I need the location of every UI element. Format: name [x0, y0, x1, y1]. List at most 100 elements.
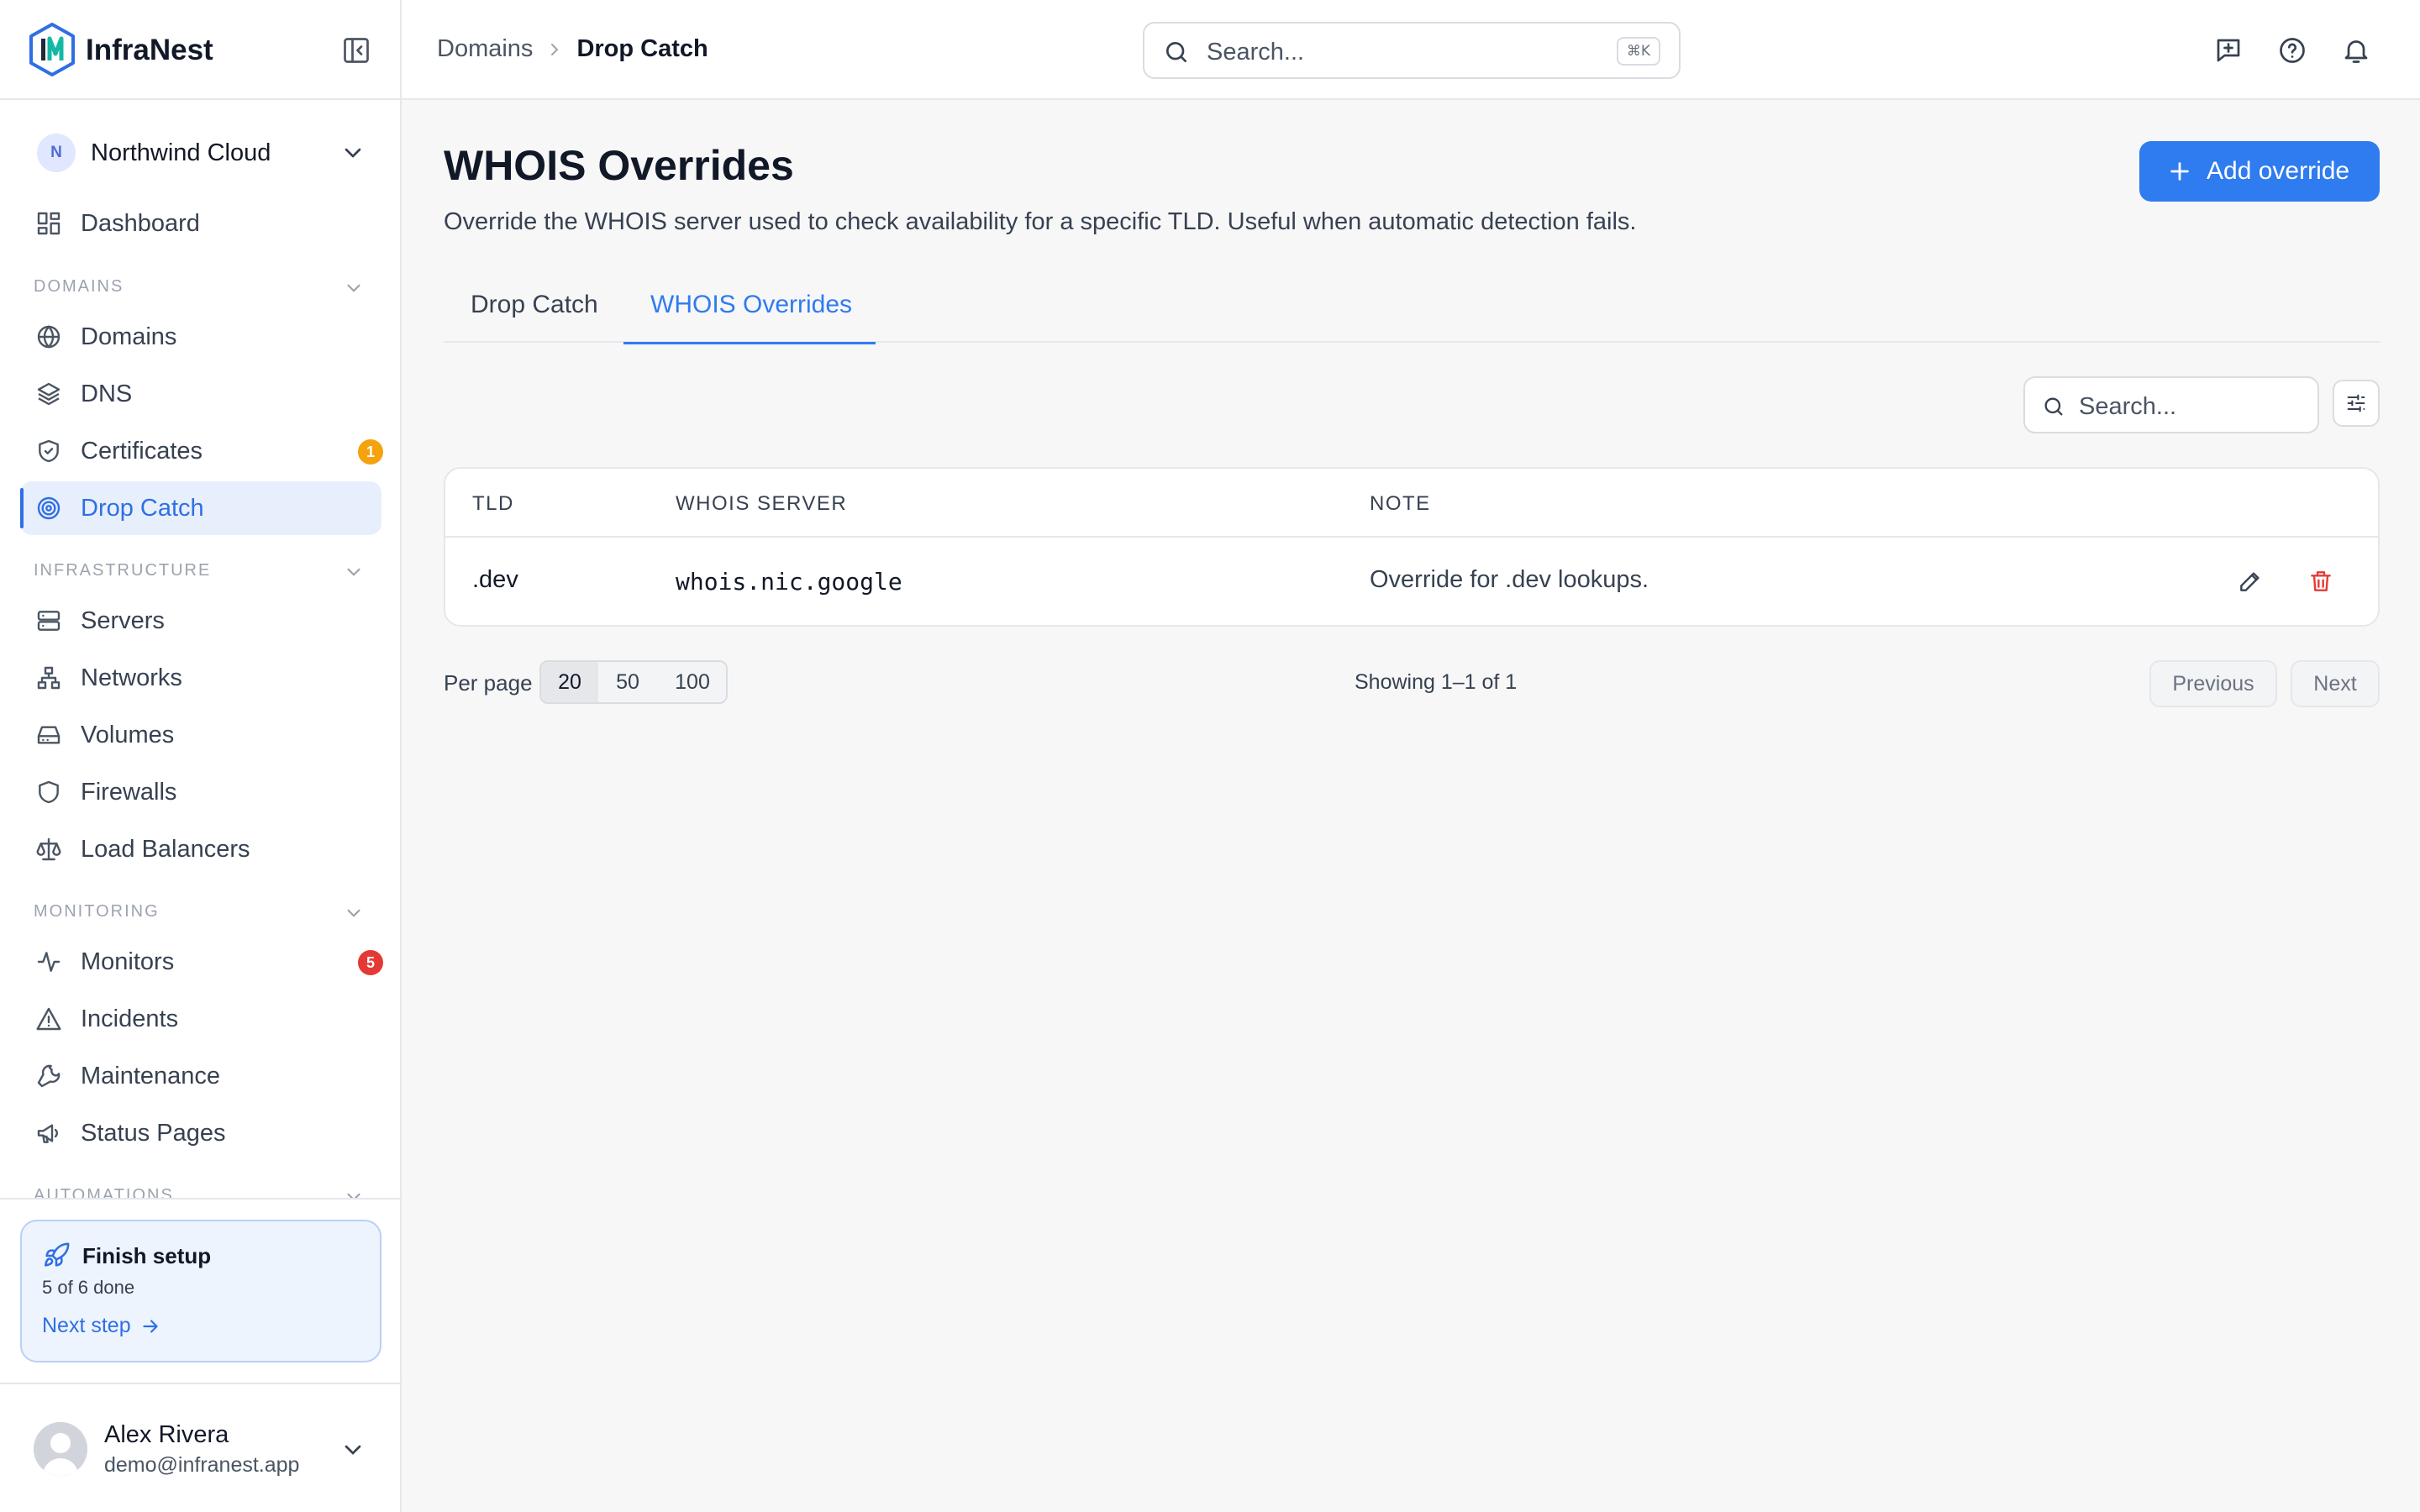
section-header-infrastructure[interactable]: INFRASTRUCTURE [34, 561, 370, 586]
sidebar-divider [0, 1198, 400, 1200]
arrow-right-icon [142, 1319, 158, 1333]
shield-check-icon [39, 439, 59, 463]
column-settings-button[interactable] [2333, 380, 2380, 427]
sidebar-item-label: Volumes [81, 722, 175, 748]
page-title: WHOIS Overrides [444, 142, 794, 189]
infranest-logo-icon [29, 23, 75, 76]
sidebar-item-status-pages[interactable]: Status Pages [20, 1106, 381, 1160]
org-avatar: N [37, 134, 76, 172]
user-silhouette-icon [34, 1422, 87, 1476]
section-header-domains[interactable]: DOMAINS [34, 277, 370, 302]
sidebar-item-label: Incidents [81, 1005, 179, 1032]
feedback-icon[interactable] [2213, 35, 2244, 66]
layers-icon [37, 382, 60, 406]
per-page-selector: 20 50 100 [539, 660, 728, 704]
user-email: demo@infranest.app [104, 1453, 300, 1477]
wrench-icon [37, 1064, 60, 1088]
section-label: DOMAINS [34, 277, 124, 296]
sidebar-item-label: Status Pages [81, 1120, 226, 1147]
section-header-monitoring[interactable]: MONITORING [34, 902, 370, 927]
sidebar-item-dns[interactable]: DNS [20, 367, 381, 421]
per-page-option-50[interactable]: 50 [598, 662, 657, 702]
table-search-input[interactable] [2079, 390, 2306, 423]
sidebar-item-dashboard[interactable]: Dashboard [20, 197, 381, 250]
chevron-down-icon [345, 1445, 361, 1455]
chevron-down-icon [347, 284, 360, 292]
target-icon [37, 496, 60, 520]
chevron-down-icon [347, 568, 360, 576]
setup-title: Finish setup [82, 1243, 212, 1268]
tab-bar: Drop Catch WHOIS Overrides [444, 281, 2380, 344]
add-override-label: Add override [2207, 157, 2350, 185]
activity-icon [37, 952, 60, 972]
search-icon [1166, 42, 1186, 62]
table-header: TLD WHOIS SERVER NOTE [445, 469, 2378, 538]
sidebar-item-firewalls[interactable]: Firewalls [20, 765, 381, 819]
tab-whois-overrides[interactable]: WHOIS Overrides [623, 281, 876, 344]
monitors-count-badge: 5 [358, 950, 383, 975]
column-header-note[interactable]: NOTE [1370, 492, 1431, 516]
sidebar-item-maintenance[interactable]: Maintenance [20, 1049, 381, 1103]
sidebar-item-label: Firewalls [81, 779, 177, 806]
sidebar-item-label: Drop Catch [81, 495, 204, 522]
topbar: Domains Drop Catch Search... ⌘K [402, 0, 2420, 100]
breadcrumb-domains[interactable]: Domains [437, 35, 533, 63]
add-override-button[interactable]: Add override [2139, 141, 2380, 202]
per-page-option-100[interactable]: 100 [657, 662, 726, 702]
hard-drive-icon [37, 726, 60, 744]
search-shortcut: ⌘K [1616, 37, 1660, 66]
certificates-count-badge: 1 [358, 439, 383, 465]
next-step-link[interactable]: Next step [42, 1314, 161, 1338]
sidebar-item-monitors[interactable]: Monitors 5 [20, 935, 383, 989]
trash-icon[interactable] [2307, 568, 2334, 595]
global-search[interactable]: Search... ⌘K [1143, 22, 1681, 79]
column-header-tld[interactable]: TLD [472, 492, 514, 516]
sidebar-item-incidents[interactable]: Incidents [20, 992, 381, 1046]
setup-progress: 5 of 6 done [42, 1277, 135, 1298]
tab-label: WHOIS Overrides [650, 291, 853, 318]
section-label: MONITORING [34, 902, 160, 921]
next-page-button[interactable]: Next [2291, 660, 2380, 707]
brand-name: InfraNest [86, 34, 213, 66]
sidebar-item-domains[interactable]: Domains [20, 310, 381, 364]
dashboard-icon [37, 212, 60, 235]
table-row: .dev whois.nic.google Override for .dev … [445, 538, 2378, 625]
org-name: Northwind Cloud [91, 139, 271, 166]
org-switcher[interactable]: N Northwind Cloud [20, 126, 381, 180]
next-step-label: Next step [42, 1314, 131, 1337]
brand-header: InfraNest [0, 0, 402, 100]
edit-pencil-icon[interactable] [2237, 568, 2264, 595]
breadcrumb-current: Drop Catch [576, 35, 708, 62]
sidebar-item-networks[interactable]: Networks [20, 651, 381, 705]
sidebar-item-label: Domains [81, 323, 177, 350]
table-search[interactable] [2023, 376, 2319, 433]
sidebar-item-drop-catch[interactable]: Drop Catch [20, 481, 381, 535]
globe-icon [37, 325, 60, 349]
bell-icon[interactable] [2341, 35, 2371, 66]
finish-setup-card[interactable]: Finish setup 5 of 6 done Next step [20, 1220, 381, 1362]
cell-tld: .dev [472, 566, 518, 593]
alert-triangle-icon [36, 1007, 61, 1031]
collapse-sidebar-icon[interactable] [341, 35, 371, 66]
tab-drop-catch[interactable]: Drop Catch [444, 281, 623, 343]
overrides-table: TLD WHOIS SERVER NOTE .dev whois.nic.goo… [444, 467, 2380, 627]
sidebar-item-load-balancers[interactable]: Load Balancers [20, 822, 381, 876]
server-icon [37, 611, 60, 631]
sidebar-item-label: Servers [81, 607, 165, 634]
previous-page-button[interactable]: Previous [2149, 660, 2277, 707]
sidebar-item-volumes[interactable]: Volumes [20, 708, 381, 762]
user-name: Alex Rivera [104, 1421, 229, 1448]
sidebar-item-certificates[interactable]: Certificates 1 [20, 424, 383, 478]
sidebar-item-servers[interactable]: Servers [20, 594, 381, 648]
sidebar-item-label: Monitors [81, 948, 175, 975]
help-icon[interactable] [2277, 35, 2307, 66]
chevron-right-icon [551, 43, 559, 55]
sliders-icon [2347, 394, 2365, 412]
column-header-whois-server[interactable]: WHOIS SERVER [676, 492, 847, 516]
plus-icon [2170, 162, 2189, 181]
cell-whois-server: whois.nic.google [676, 568, 902, 596]
scale-icon [36, 837, 61, 861]
user-menu[interactable]: Alex Rivera demo@infranest.app [0, 1383, 402, 1512]
sidebar-item-label: Dashboard [81, 210, 200, 237]
per-page-option-20[interactable]: 20 [541, 662, 598, 702]
